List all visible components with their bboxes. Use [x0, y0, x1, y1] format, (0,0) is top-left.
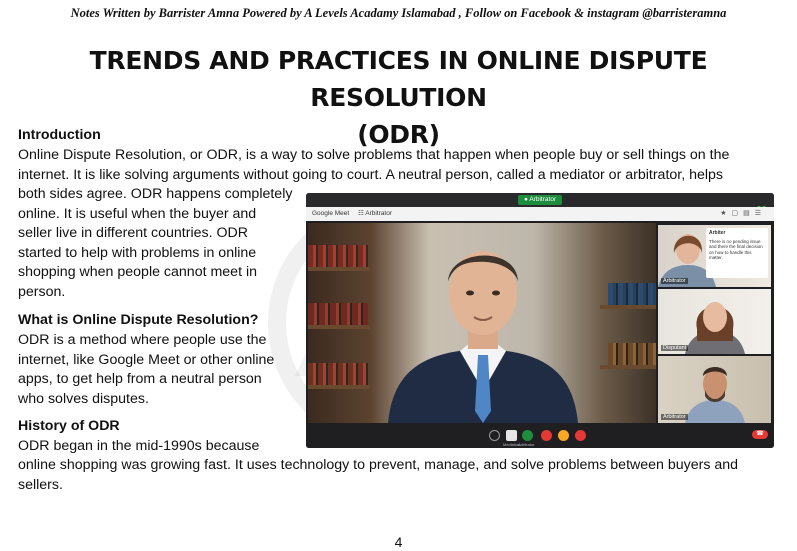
- side-tile-1: Arbiter There is no pending issue and th…: [658, 225, 771, 287]
- what-is-line-4: who solves disputes.: [18, 390, 149, 407]
- what-is-line-3: apps, to get help from a neutral person: [18, 371, 262, 387]
- heading-introduction: Introduction: [18, 127, 101, 143]
- toolbar-icons: ★▢▤☰: [720, 210, 766, 217]
- control-label-2: Arbitrator: [518, 442, 535, 447]
- history-line-3: sellers.: [18, 476, 63, 493]
- window-top-bar: ● Arbitrator: [306, 193, 774, 210]
- window-dots: [756, 197, 768, 210]
- tile-label-3: Arbitrator: [661, 414, 688, 420]
- title-line-1: TRENDS AND PRACTICES IN ONLINE DISPUTE R…: [89, 46, 708, 112]
- intro-line-5: seller live in different countries. ODR: [18, 225, 248, 241]
- chat-panel: Arbiter There is no pending issue and th…: [706, 228, 768, 278]
- participant-figure-2: [685, 302, 745, 354]
- arbitrator-pill: ● Arbitrator: [518, 195, 563, 205]
- side-tile-3: Arbitrator: [658, 356, 771, 423]
- heading-what-is-odr: What is Online Dispute Resolution?: [18, 312, 259, 328]
- people-icon: [506, 430, 517, 441]
- meet-toolbar: Google Meet ☷ Arbitrator ★▢▤☰: [306, 207, 774, 221]
- intro-line-7: shopping when people cannot meet in: [18, 264, 257, 280]
- app-name: Google Meet: [312, 210, 350, 217]
- heading-history: History of ODR: [18, 418, 120, 434]
- intro-line-3: both sides agree. ODR happens completely: [18, 186, 293, 202]
- meeting-controls: Mediation Arbitrator ☎: [306, 425, 774, 448]
- participant-figure-3: [685, 367, 745, 423]
- end-call-icon: ☎: [752, 430, 768, 439]
- tile-label-1: Arbitrator: [661, 278, 688, 284]
- intro-line-4: online. It is useful when the buyer and: [18, 205, 257, 222]
- tile-label-2: Disputant: [661, 345, 689, 351]
- page-number: 4: [394, 534, 403, 550]
- what-is-line-1: ODR is a method where people use the: [18, 332, 267, 348]
- tab-name: ☷ Arbitrator: [358, 210, 393, 217]
- intro-line-1: Online Dispute Resolution, or ODR, is a …: [18, 147, 730, 163]
- what-is-line-2: internet, like Google Meet or other onli…: [18, 351, 275, 368]
- camera-off-icon: [541, 430, 552, 441]
- video-call-image: ● Arbitrator Google Meet ☷ Arbitrator ★▢…: [306, 193, 774, 448]
- history-line-1: ODR began in the mid-1990s because: [18, 437, 260, 454]
- intro-line-6: started to help with problems in online: [18, 244, 257, 261]
- main-video-tile: [308, 223, 656, 423]
- history-line-2: online shopping was growing fast. It use…: [18, 457, 739, 473]
- mic-icon: [522, 430, 533, 441]
- reactions-icon: [489, 430, 500, 441]
- header-note: Notes Written by Barrister Amna Powered …: [70, 6, 727, 20]
- side-tile-2: Disputant: [658, 289, 771, 354]
- intro-line-8: person.: [18, 283, 66, 300]
- intro-line-2: internet. It is like solving arguments w…: [18, 166, 724, 183]
- share-icon: [558, 430, 569, 441]
- hand-icon: [575, 430, 586, 441]
- main-speaker-figure: [388, 251, 578, 423]
